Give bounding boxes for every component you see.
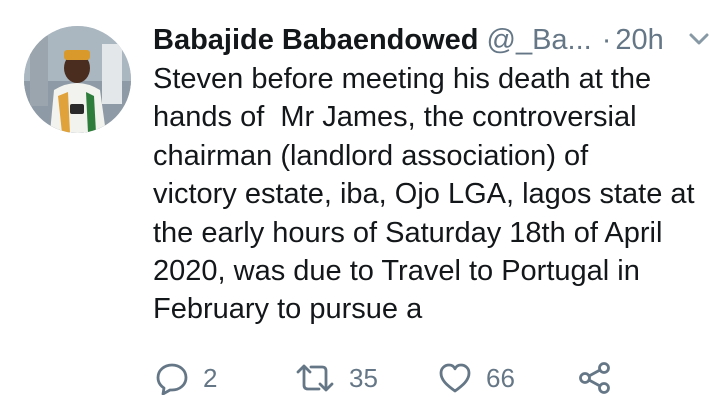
author-handle[interactable]: @_Ba...	[487, 24, 592, 57]
retweet-count: 35	[349, 362, 378, 393]
action-bar: 2 35 66	[0, 358, 720, 398]
like-count: 66	[486, 362, 515, 393]
tweet-text-line: 2020, was due to Travel to Portugal in	[153, 255, 640, 288]
author-name[interactable]: Babajide Babaendowed	[153, 24, 479, 57]
retweet-button[interactable]: 35	[295, 358, 378, 398]
tweet-card[interactable]: Babajide Babaendowed @_Ba... · 20h Steve…	[0, 0, 720, 411]
avatar-photo	[24, 26, 131, 133]
tweet-text-line: Steven before meeting his death at the	[153, 63, 652, 95]
tweet-text-line: February to pursue a	[153, 293, 423, 326]
chevron-down-icon[interactable]	[685, 28, 713, 50]
tweet-header: Babajide Babaendowed @_Ba... · 20h	[153, 20, 713, 60]
share-button[interactable]	[578, 358, 612, 398]
reply-count: 2	[203, 362, 218, 393]
reply-icon	[155, 361, 189, 395]
retweet-icon	[295, 361, 335, 395]
separator-dot: ·	[601, 23, 612, 56]
tweet-text: Steven before meeting his death at the h…	[153, 60, 713, 329]
share-icon	[578, 361, 612, 395]
reply-button[interactable]: 2	[155, 358, 217, 398]
tweet-text-line: victory estate, iba, Ojo LGA, lagos stat…	[153, 178, 695, 211]
tweet-text-line: chairman (landlord association) of	[153, 139, 589, 172]
avatar[interactable]	[24, 26, 131, 133]
like-button[interactable]: 66	[438, 358, 515, 398]
tweet-text-line: the early hours of Saturday 18th of Apri…	[153, 216, 663, 249]
timestamp[interactable]: 20h	[615, 24, 663, 57]
tweet-text-line: hands of Mr James, the controversial	[153, 101, 637, 134]
heart-icon	[438, 362, 472, 394]
